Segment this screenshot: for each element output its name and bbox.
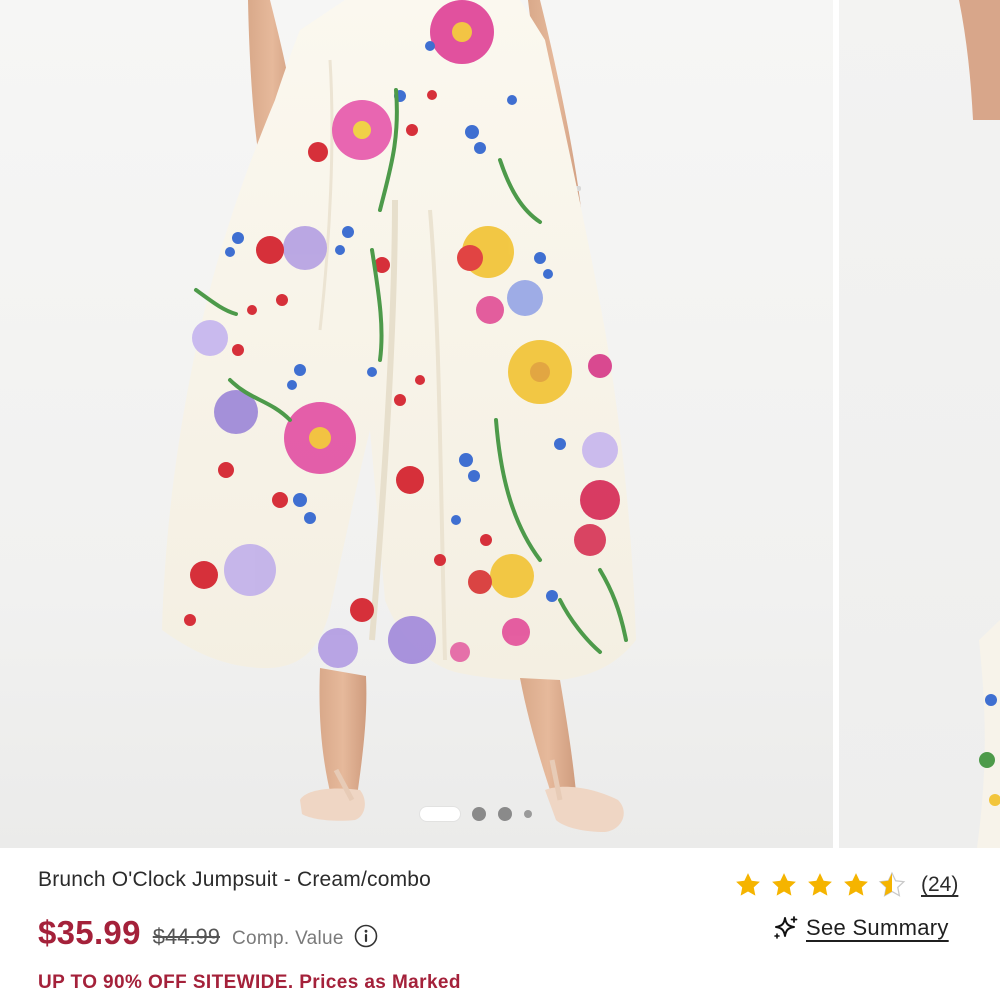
next-photo-peek bbox=[959, 0, 1000, 848]
star-filled-icon bbox=[736, 873, 760, 896]
info-circle-icon[interactable] bbox=[354, 924, 378, 948]
price-row: $35.99 $44.99 Comp. Value bbox=[38, 914, 378, 952]
original-price: $44.99 bbox=[152, 924, 221, 949]
sale-price: $35.99 bbox=[38, 914, 141, 951]
carousel-dot[interactable] bbox=[524, 810, 532, 818]
carousel-dot[interactable] bbox=[472, 807, 486, 821]
product-title: Brunch O'Clock Jumpsuit - Cream/combo bbox=[38, 868, 432, 891]
carousel-dot[interactable] bbox=[498, 807, 512, 821]
product-info: Brunch O'Clock Jumpsuit - Cream/combo (2… bbox=[0, 848, 1000, 1000]
star-half-icon bbox=[878, 871, 906, 897]
star-filled-icon bbox=[844, 873, 868, 896]
promo-banner-text: UP TO 90% OFF SITEWIDE. Prices as Marked bbox=[38, 972, 461, 993]
ai-sparkle-icon bbox=[774, 916, 798, 939]
see-summary-label: See Summary bbox=[806, 915, 949, 940]
product-image-main[interactable] bbox=[0, 0, 833, 848]
product-image-carousel[interactable] bbox=[0, 0, 1000, 848]
see-summary-button[interactable]: See Summary bbox=[772, 914, 949, 942]
star-filled-icon bbox=[772, 873, 796, 896]
product-page: Brunch O'Clock Jumpsuit - Cream/combo (2… bbox=[0, 0, 1000, 1000]
product-rating[interactable]: (24) bbox=[733, 870, 958, 900]
comp-value-label: Comp. Value bbox=[232, 928, 344, 949]
carousel-dot-active[interactable] bbox=[420, 807, 460, 821]
product-image-next-peek[interactable] bbox=[839, 0, 1000, 848]
star-filled-icon bbox=[808, 873, 832, 896]
carousel-pagination[interactable] bbox=[420, 806, 532, 822]
jumpsuit-photo bbox=[162, 0, 636, 832]
review-count-link[interactable]: (24) bbox=[921, 873, 958, 897]
